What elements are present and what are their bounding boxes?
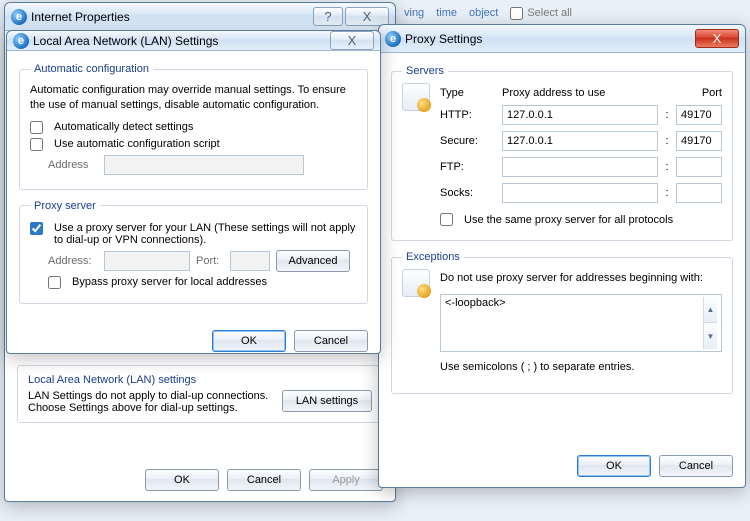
secure-address-input[interactable] (502, 131, 658, 151)
address-label: Address (48, 159, 98, 171)
servers-group: Servers Type Proxy address to use Port H… (391, 65, 733, 241)
ribbon-item: time (436, 7, 457, 19)
ribbon-select-all[interactable]: Select all (510, 7, 572, 20)
socks-port-input[interactable] (676, 183, 722, 203)
select-all-checkbox[interactable] (510, 7, 523, 20)
automatic-configuration-group: Automatic configuration Automatic config… (19, 63, 368, 190)
proxy-port-label: Port: (196, 255, 224, 267)
ftp-address-input[interactable] (502, 157, 658, 177)
proxy-settings-window: Proxy Settings X Servers Type Proxy addr… (378, 24, 746, 488)
auto-script-checkbox[interactable] (30, 138, 43, 151)
lan-section-desc: LAN Settings do not apply to dial-up con… (28, 390, 274, 414)
bypass-local-label: Bypass proxy server for local addresses (72, 276, 267, 288)
auto-detect-checkbox[interactable] (30, 121, 43, 134)
exceptions-hint: Use semicolons ( ; ) to separate entries… (440, 360, 722, 375)
auto-script-label: Use automatic configuration script (54, 138, 220, 150)
lan-settings-window: Local Area Network (LAN) Settings X Auto… (6, 30, 381, 354)
ip-button-row: OK Cancel Apply (5, 463, 395, 501)
use-proxy-label: Use a proxy server for your LAN (These s… (54, 222, 357, 246)
col-address: Proxy address to use (502, 87, 658, 99)
ip-titlebar[interactable]: Internet Properties ? X (5, 3, 395, 31)
proxy-server-legend: Proxy server (30, 200, 100, 212)
proxy-address-input[interactable] (104, 251, 190, 271)
exceptions-group: Exceptions Do not use proxy server for a… (391, 251, 733, 394)
lan-section: Local Area Network (LAN) settings LAN Se… (17, 365, 383, 423)
ftp-port-input[interactable] (676, 157, 722, 177)
ie-icon (11, 9, 27, 25)
cancel-button[interactable]: Cancel (227, 469, 301, 491)
auto-config-desc: Automatic configuration may override man… (30, 83, 357, 113)
auto-config-legend: Automatic configuration (30, 63, 153, 75)
ok-button[interactable]: OK (145, 469, 219, 491)
lan-section-header: Local Area Network (LAN) settings (28, 374, 372, 386)
script-address-input[interactable] (104, 155, 304, 175)
apply-button[interactable]: Apply (309, 469, 383, 491)
http-label: HTTP: (440, 109, 496, 121)
same-proxy-checkbox[interactable] (440, 213, 453, 226)
proxy-server-group: Proxy server Use a proxy server for your… (19, 200, 368, 304)
secure-label: Secure: (440, 135, 496, 147)
proxy-port-input[interactable] (230, 251, 270, 271)
select-all-label: Select all (527, 7, 572, 19)
help-button[interactable]: ? (313, 7, 343, 26)
ok-button[interactable]: OK (577, 455, 651, 477)
lan-titlebar[interactable]: Local Area Network (LAN) Settings X (7, 31, 380, 51)
ribbon-item: ving (404, 7, 424, 19)
cancel-button[interactable]: Cancel (294, 330, 368, 352)
ribbon-item: object (469, 7, 498, 19)
col-port: Port (676, 87, 722, 99)
use-proxy-checkbox[interactable] (30, 222, 43, 235)
ie-icon (385, 31, 401, 47)
socks-label: Socks: (440, 187, 496, 199)
servers-icon (402, 83, 430, 111)
ftp-label: FTP: (440, 161, 496, 173)
auto-detect-label: Automatically detect settings (54, 121, 193, 133)
close-button[interactable]: X (330, 31, 374, 50)
ie-icon (13, 33, 29, 49)
close-button[interactable]: X (695, 29, 739, 48)
lan-settings-button[interactable]: LAN settings (282, 390, 372, 412)
cancel-button[interactable]: Cancel (659, 455, 733, 477)
exceptions-desc: Do not use proxy server for addresses be… (440, 271, 722, 286)
proxy-button-row: OK Cancel (379, 449, 745, 487)
exceptions-legend: Exceptions (402, 251, 464, 263)
socks-address-input[interactable] (502, 183, 658, 203)
proxy-address-label: Address: (48, 255, 98, 267)
http-port-input[interactable] (676, 105, 722, 125)
ip-title: Internet Properties (27, 10, 311, 24)
same-proxy-label: Use the same proxy server for all protoc… (464, 214, 673, 226)
proxy-title: Proxy Settings (401, 32, 693, 46)
exceptions-icon (402, 269, 430, 297)
proxy-titlebar[interactable]: Proxy Settings X (379, 25, 745, 53)
http-address-input[interactable] (502, 105, 658, 125)
secure-port-input[interactable] (676, 131, 722, 151)
exceptions-textarea[interactable]: <-loopback> ▲ ▼ (440, 294, 722, 352)
servers-legend: Servers (402, 65, 448, 77)
lan-title: Local Area Network (LAN) Settings (29, 34, 328, 48)
bypass-local-checkbox[interactable] (48, 276, 61, 289)
scroll-spinner[interactable]: ▲ ▼ (703, 297, 717, 349)
spin-down-icon[interactable]: ▼ (704, 323, 717, 349)
ok-button[interactable]: OK (212, 330, 286, 352)
spin-up-icon[interactable]: ▲ (704, 297, 717, 324)
exceptions-value: <-loopback> (445, 297, 703, 349)
background-ribbon: ving time object Select all (398, 2, 748, 24)
lan-button-row: OK Cancel (7, 324, 380, 362)
col-type: Type (440, 87, 496, 99)
advanced-button[interactable]: Advanced (276, 250, 350, 272)
